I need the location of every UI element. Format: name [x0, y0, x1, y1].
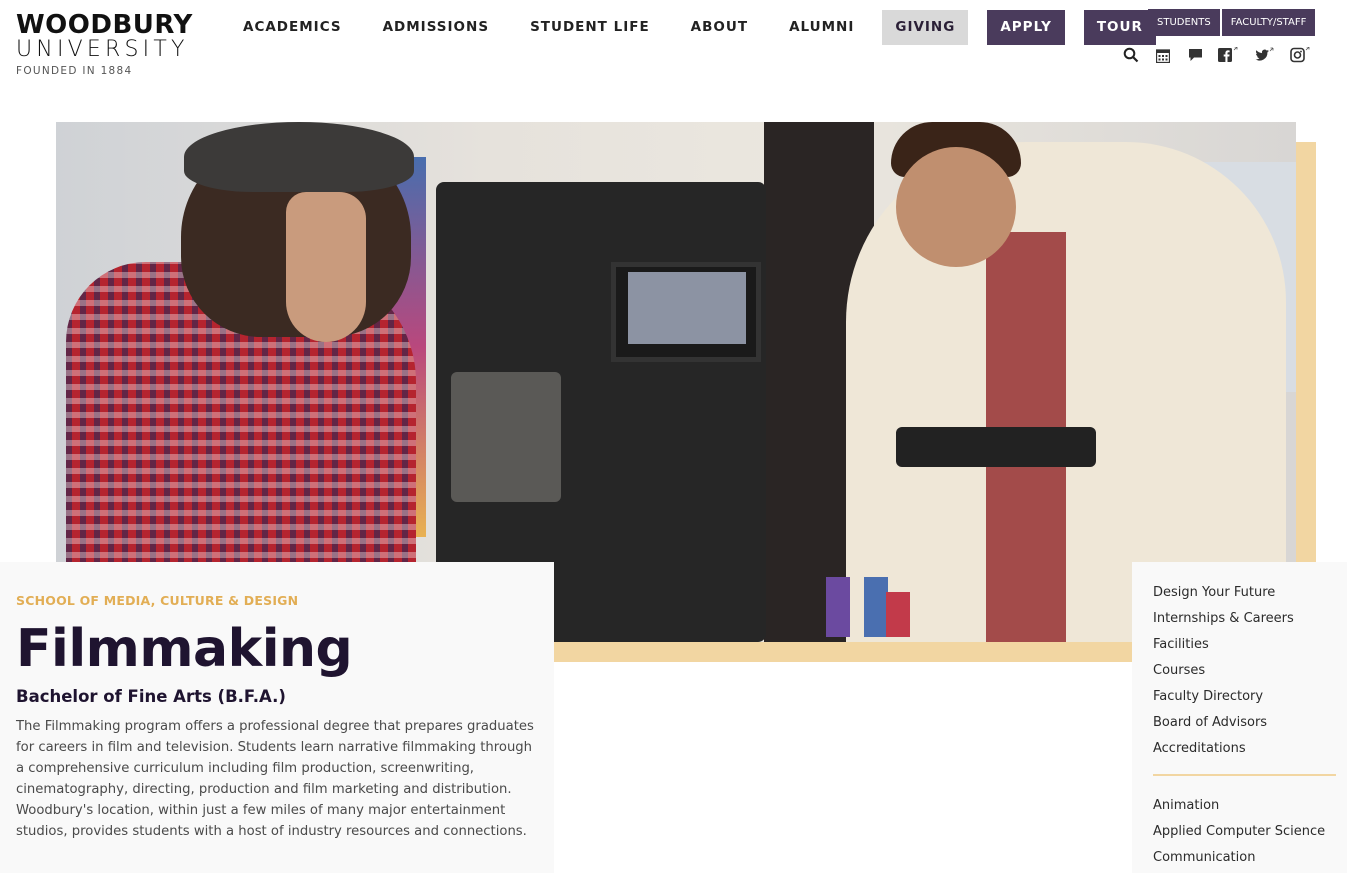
chat-icon[interactable] — [1186, 46, 1204, 64]
sidebar-link-design-your-future[interactable]: Design Your Future — [1153, 583, 1347, 609]
apply-button[interactable]: APPLY — [987, 10, 1065, 45]
school-label[interactable]: SCHOOL OF MEDIA, CULTURE & DESIGN — [16, 593, 538, 608]
program-info-card: SCHOOL OF MEDIA, CULTURE & DESIGN Filmma… — [0, 562, 554, 873]
sidebar-link-internships-careers[interactable]: Internships & Careers — [1153, 609, 1347, 635]
logo-wordmark-bottom: UNIVERSITY — [16, 37, 189, 62]
nav-academics[interactable]: ACADEMICS — [230, 10, 355, 45]
nav-about[interactable]: ABOUT — [678, 10, 761, 45]
calendar-icon[interactable] — [1154, 46, 1172, 64]
tour-button[interactable]: TOUR — [1083, 10, 1156, 45]
faculty-staff-button[interactable]: FACULTY/STAFF — [1221, 9, 1316, 36]
utility-icons — [1122, 46, 1326, 64]
nav-student-life[interactable]: STUDENT LIFE — [517, 10, 663, 45]
degree-subtitle: Bachelor of Fine Arts (B.F.A.) — [16, 687, 286, 706]
sidebar-link-accreditations[interactable]: Accreditations — [1153, 739, 1347, 765]
sidebar-link-faculty-directory[interactable]: Faculty Directory — [1153, 687, 1347, 713]
main-navigation: ACADEMICS ADMISSIONS STUDENT LIFE ABOUT … — [230, 10, 1156, 45]
program-sidebar: Design Your Future Internships & Careers… — [1132, 562, 1347, 873]
audience-links: STUDENTS FACULTY/STAFF — [1148, 9, 1316, 36]
university-logo[interactable]: WOODBURY UNIVERSITY FOUNDED IN 1884 — [16, 12, 206, 77]
students-button[interactable]: STUDENTS — [1148, 9, 1220, 36]
sidebar-link-courses[interactable]: Courses — [1153, 661, 1347, 687]
sidebar-link-applied-computer-science[interactable]: Applied Computer Science — [1153, 822, 1347, 848]
nav-alumni[interactable]: ALUMNI — [776, 10, 867, 45]
nav-giving-button[interactable]: GIVING — [882, 10, 969, 45]
page-title: Filmmaking — [16, 619, 353, 679]
nav-admissions[interactable]: ADMISSIONS — [370, 10, 502, 45]
program-description: The Filmmaking program offers a professi… — [16, 719, 534, 839]
logo-wordmark-top: WOODBURY — [16, 10, 193, 40]
sidebar-divider — [1153, 774, 1336, 776]
sidebar-link-animation[interactable]: Animation — [1153, 796, 1347, 822]
sidebar-link-facilities[interactable]: Facilities — [1153, 635, 1347, 661]
facebook-icon[interactable] — [1218, 46, 1240, 64]
sidebar-link-board-of-advisors[interactable]: Board of Advisors — [1153, 713, 1347, 739]
twitter-icon[interactable] — [1254, 46, 1276, 64]
sidebar-link-communication[interactable]: Communication — [1153, 848, 1347, 873]
instagram-icon[interactable] — [1290, 46, 1312, 64]
search-icon[interactable] — [1122, 46, 1140, 64]
logo-tagline: FOUNDED IN 1884 — [16, 65, 133, 77]
